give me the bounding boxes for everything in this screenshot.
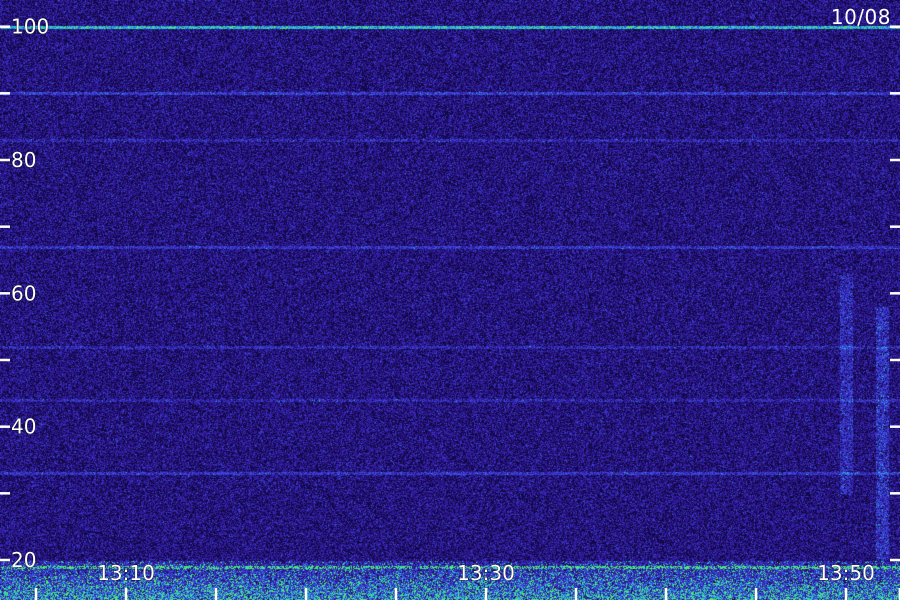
- y-tick-label: 40: [11, 415, 36, 439]
- date-title: 10/08: [830, 5, 891, 29]
- y-tick-label: 20: [11, 548, 36, 572]
- y-tick-label: 80: [11, 148, 36, 172]
- x-tick-label: 13:30: [457, 561, 515, 585]
- spectrogram-chart: 20 40 60 80 100 13:10 13:30 13:50 10/08: [0, 0, 900, 600]
- y-tick-label: 100: [11, 15, 49, 39]
- y-tick-label: 60: [11, 281, 36, 305]
- axis-overlay: 20 40 60 80 100 13:10 13:30 13:50: [0, 14, 900, 600]
- x-tick-label: 13:50: [817, 561, 875, 585]
- x-tick-label: 13:10: [97, 561, 155, 585]
